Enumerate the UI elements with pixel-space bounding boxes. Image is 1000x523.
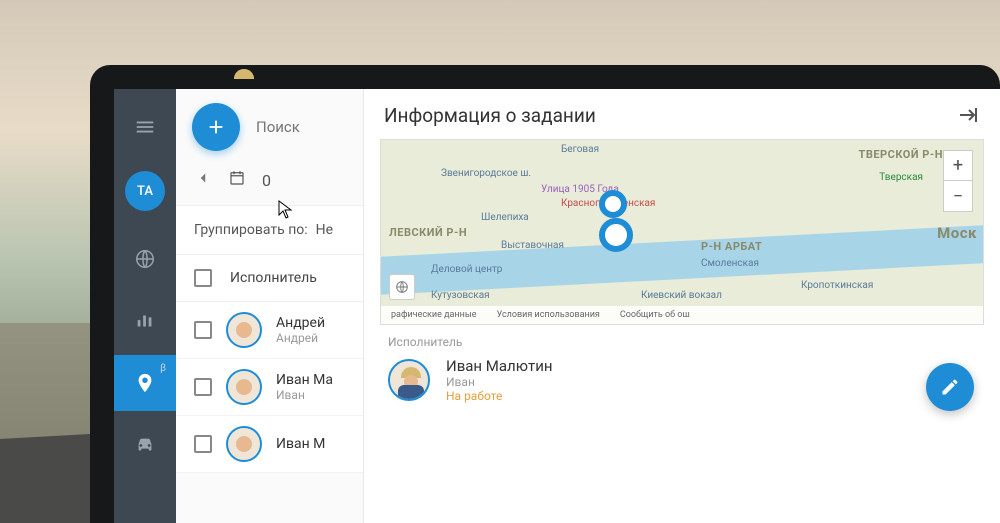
map-label: Деловой центр [431, 264, 502, 275]
map-label: Звенигородское ш. [441, 168, 531, 179]
map-marker[interactable] [599, 190, 627, 218]
zoom-in-button[interactable]: + [944, 151, 972, 181]
map-label: Выставочная [501, 240, 564, 251]
bar-chart-icon [134, 310, 156, 332]
assignee-label: Исполнитель [388, 335, 976, 349]
sidebar: ТА β [114, 89, 176, 523]
menu-toggle[interactable] [114, 99, 176, 155]
map-district: ТВЕРСКОЙ Р-Н [859, 148, 943, 161]
list-panel: 0 Группировать по: Не Исполнитель Андрей… [176, 89, 364, 523]
hamburger-icon [134, 116, 156, 138]
row-checkbox[interactable] [194, 321, 212, 339]
add-button[interactable] [192, 103, 240, 151]
plus-icon [205, 116, 227, 138]
detail-panel: Информация о задании Беговая Звенигородс… [364, 89, 1000, 523]
location-clock-icon [134, 372, 156, 394]
assignee-avatar [388, 359, 430, 401]
map-data-label: рафические данные [391, 310, 477, 320]
edit-button[interactable] [926, 363, 974, 411]
group-by-value[interactable]: Не [316, 222, 333, 238]
row-name: Иван Ма [276, 372, 333, 388]
sidebar-item-stats[interactable] [114, 293, 176, 349]
car-icon [134, 434, 156, 456]
list-row[interactable]: Андрей Андрей [176, 302, 363, 359]
detail-title: Информация о задании [384, 104, 596, 127]
row-checkbox[interactable] [194, 378, 212, 396]
user-avatar[interactable]: ТА [125, 171, 165, 211]
sidebar-item-location[interactable]: β [114, 355, 176, 411]
sidebar-item-globe[interactable] [114, 231, 176, 287]
beta-badge: β [160, 363, 166, 374]
map-report-link[interactable]: Сообщить об ош [620, 310, 690, 320]
map-attribution: рафические данные Условия использования … [381, 306, 983, 324]
calendar-button[interactable] [228, 169, 246, 191]
map-label: Киевский вокзал [641, 290, 722, 301]
assignee-status: На работе [446, 389, 942, 403]
assignee-row[interactable]: Иван Малютин Иван На работе [388, 357, 976, 403]
map-label: Беговая [561, 144, 599, 155]
map-label: Тверская [879, 172, 923, 183]
map-district: ЛЕВСКИЙ Р-Н [389, 226, 467, 239]
list-row[interactable]: Иван М [176, 416, 363, 473]
select-all-checkbox[interactable] [194, 269, 212, 287]
row-name: Иван М [276, 436, 325, 452]
map-label: Смоленская [701, 258, 759, 269]
row-name: Андрей [276, 315, 325, 331]
avatar [226, 369, 262, 405]
sidebar-item-vehicle[interactable] [114, 417, 176, 473]
pencil-icon [940, 377, 960, 397]
map-zoom-controls: + − [943, 150, 973, 212]
collapse-button[interactable] [956, 103, 980, 127]
date-prev[interactable] [194, 169, 212, 191]
monitor-frame: ТА β [90, 65, 1000, 523]
row-checkbox[interactable] [194, 435, 212, 453]
map-layer-button[interactable] [389, 274, 415, 300]
map-marker[interactable] [599, 218, 633, 252]
avatar [226, 312, 262, 348]
calendar-icon [228, 169, 246, 187]
assignee-name: Иван Малютин [446, 357, 942, 375]
map-district: Р-Н АРБАТ [701, 240, 762, 253]
map-label: Кропоткинская [801, 280, 873, 291]
map-label: Кутузовская [431, 290, 490, 301]
column-header-assignee: Исполнитель [230, 270, 317, 286]
collapse-right-icon [956, 103, 980, 127]
map-label: Шелепиха [481, 212, 529, 223]
map-district: Моск [937, 224, 977, 242]
app-screen: ТА β [114, 89, 1000, 523]
chevron-left-icon [194, 169, 212, 187]
assignee-sub: Иван [446, 375, 942, 389]
group-by-label: Группировать по: [194, 222, 308, 238]
search-input[interactable] [256, 118, 346, 136]
zoom-out-button[interactable]: − [944, 181, 972, 211]
date-value: 0 [262, 171, 271, 190]
row-sub: Андрей [276, 331, 325, 345]
map[interactable]: Беговая Звенигородское ш. Улица 1905 Год… [380, 139, 984, 325]
globe-icon [394, 279, 410, 295]
map-terms-link[interactable]: Условия использования [497, 310, 600, 320]
row-sub: Иван [276, 388, 333, 402]
avatar [226, 426, 262, 462]
list-row[interactable]: Иван Ма Иван [176, 359, 363, 416]
globe-icon [134, 248, 156, 270]
